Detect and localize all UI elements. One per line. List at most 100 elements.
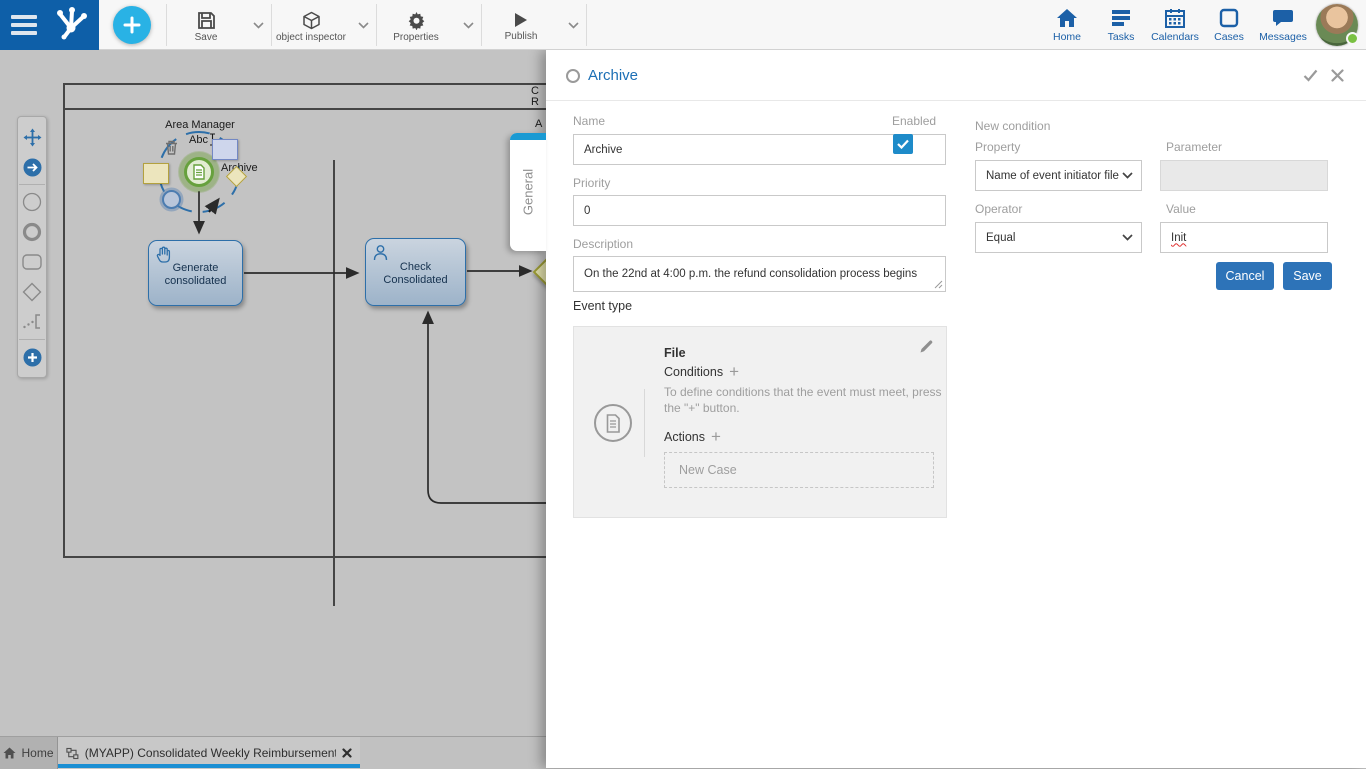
save-menu-chevron[interactable]	[245, 0, 271, 50]
save-icon	[197, 11, 216, 30]
cancel-button[interactable]: Cancel	[1216, 262, 1274, 290]
tab-active-process[interactable]: (MYAPP) Consolidated Weekly Reimbursemen…	[58, 737, 360, 769]
cube-icon	[302, 11, 321, 30]
tab-home[interactable]: Home	[0, 737, 58, 769]
publish-button[interactable]: Publish	[482, 0, 560, 50]
user-avatar[interactable]	[1316, 4, 1358, 46]
add-shape-tool[interactable]	[18, 342, 46, 372]
nav-cases[interactable]: Cases	[1202, 7, 1256, 43]
logo-icon[interactable]	[50, 3, 92, 48]
tab-active-label: (MYAPP) Consolidated Weekly Reimbursemen…	[85, 746, 336, 760]
connector-tool[interactable]	[18, 152, 46, 182]
properties-chevron[interactable]	[455, 0, 481, 50]
start-event-node[interactable]	[184, 157, 214, 187]
thick-circle-icon	[22, 222, 42, 242]
radial-yellow-task-item[interactable]	[143, 163, 169, 184]
trash-icon[interactable]	[163, 139, 180, 161]
event-type-label: Event type	[573, 299, 632, 313]
task-label: Generate consolidated	[155, 262, 236, 288]
end-event-tool[interactable]	[18, 217, 46, 247]
check-icon	[897, 139, 909, 149]
file-type-icon	[594, 404, 632, 442]
event-circle-icon	[566, 69, 580, 83]
operator-select[interactable]: Equal	[975, 222, 1142, 253]
add-condition-button[interactable]: +	[729, 367, 739, 377]
tab-general[interactable]: General	[510, 133, 546, 251]
operator-label: Operator	[975, 202, 1022, 216]
resize-handle-icon[interactable]	[934, 280, 943, 289]
save-condition-button[interactable]: Save	[1283, 262, 1332, 290]
general-tab-accent	[510, 133, 546, 140]
calendar-icon	[1163, 7, 1187, 29]
move-icon	[23, 128, 42, 147]
cases-icon	[1217, 7, 1241, 29]
value-input[interactable]: Init	[1160, 222, 1328, 253]
move-tool[interactable]	[18, 122, 46, 152]
actions-label: Actions	[664, 430, 705, 444]
tasks-icon	[1109, 7, 1133, 29]
chevron-down-icon	[1122, 172, 1133, 179]
confirm-button[interactable]	[1303, 69, 1318, 87]
nav-calendars[interactable]: Calendars	[1148, 7, 1202, 43]
radial-task-item[interactable]	[212, 139, 238, 160]
panel-title: Archive	[588, 67, 638, 84]
card-divider	[644, 389, 645, 457]
menu-icon[interactable]	[11, 15, 37, 35]
workflow-icon	[66, 747, 79, 760]
annotation-tool[interactable]	[18, 307, 46, 337]
top-toolbar: Save object inspector Properties Publish…	[0, 0, 1366, 50]
properties-button[interactable]: Properties	[377, 0, 455, 50]
object-inspector-button[interactable]: object inspector	[272, 0, 350, 50]
save-button[interactable]: Save	[167, 0, 245, 50]
close-icon	[1331, 69, 1344, 82]
pool-title-line2: R	[531, 96, 539, 108]
name-label: Name	[573, 114, 605, 128]
abc-label: Abc	[189, 134, 208, 146]
gateway-tool[interactable]	[18, 277, 46, 307]
shape-palette	[17, 116, 47, 378]
home-icon	[1055, 7, 1079, 29]
close-icon[interactable]	[342, 748, 352, 758]
add-action-button[interactable]: +	[711, 432, 721, 442]
task-check-consolidated[interactable]: Check Consolidated	[365, 238, 466, 306]
nav-home[interactable]: Home	[1040, 7, 1094, 43]
object-inspector-chevron[interactable]	[350, 0, 376, 50]
brand-block	[0, 0, 99, 50]
conditions-help-text: To define conditions that the event must…	[664, 384, 954, 416]
event-properties-panel: General Archive Name Archive Enabled Pri…	[546, 50, 1366, 768]
name-input[interactable]: Archive	[573, 134, 946, 165]
chevron-down-icon	[358, 22, 369, 29]
close-panel-button[interactable]	[1331, 69, 1344, 87]
lane-divider	[333, 160, 335, 606]
clipped-node-label: A	[535, 118, 542, 130]
start-event-tool[interactable]	[18, 187, 46, 217]
parameter-input	[1160, 160, 1328, 191]
enabled-label: Enabled	[892, 114, 936, 128]
task-tool[interactable]	[18, 247, 46, 277]
pencil-icon[interactable]	[919, 339, 934, 359]
action-new-case[interactable]: New Case	[664, 452, 934, 488]
add-button[interactable]	[113, 6, 151, 44]
description-textarea[interactable]: On the 22nd at 4:00 p.m. the refund cons…	[573, 256, 946, 292]
radial-event-item[interactable]	[162, 190, 181, 209]
chevron-down-icon	[253, 22, 264, 29]
publish-chevron[interactable]	[560, 0, 586, 50]
nav-messages[interactable]: Messages	[1256, 7, 1310, 43]
file-icon	[605, 414, 621, 433]
chevron-down-icon	[1122, 234, 1133, 241]
nav-tasks[interactable]: Tasks	[1094, 7, 1148, 43]
event-type-name: File	[664, 346, 686, 360]
person-icon	[371, 243, 390, 262]
enabled-checkbox[interactable]	[893, 134, 913, 154]
message-icon	[1271, 7, 1295, 29]
play-icon	[512, 11, 530, 29]
gear-icon	[407, 11, 426, 30]
object-inspector-label: object inspector	[276, 32, 346, 43]
event-type-card[interactable]: File Conditions + To define conditions t…	[573, 326, 947, 518]
chevron-down-icon	[463, 22, 474, 29]
property-select[interactable]: Name of event initiator file	[975, 160, 1142, 191]
task-generate-consolidated[interactable]: Generate consolidated	[148, 240, 243, 306]
home-icon	[3, 747, 16, 759]
priority-input[interactable]: 0	[573, 195, 946, 226]
circle-icon	[22, 192, 42, 212]
